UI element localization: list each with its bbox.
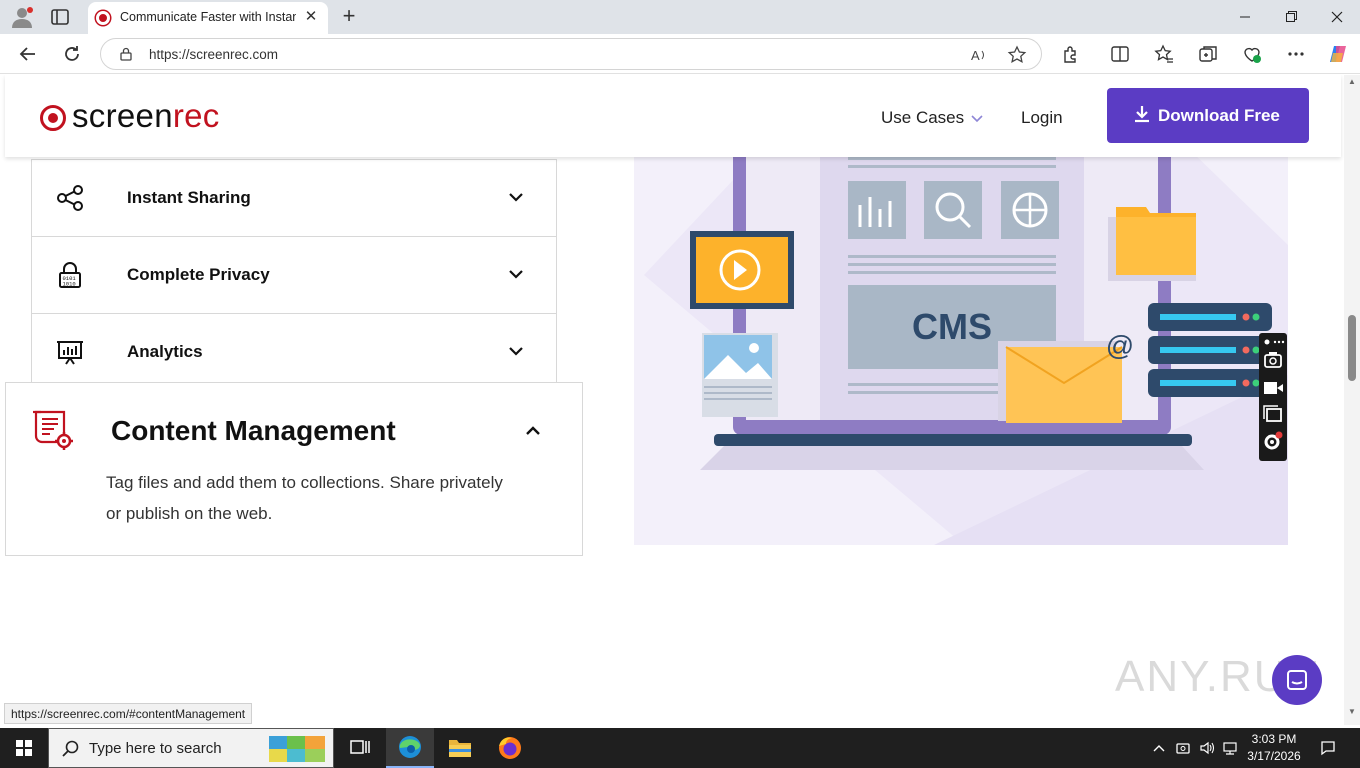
svg-text:A: A xyxy=(971,48,980,63)
taskbar-search-box[interactable]: Type here to search xyxy=(48,728,334,768)
svg-text:1010: 1010 xyxy=(63,281,76,288)
gallery-icon xyxy=(1263,405,1282,422)
windows-logo-icon xyxy=(16,740,32,756)
scroll-down-icon[interactable]: ▼ xyxy=(1347,707,1357,716)
chevron-down-icon xyxy=(508,344,524,356)
scrollbar-thumb[interactable] xyxy=(1348,315,1356,381)
chevron-up-icon[interactable] xyxy=(525,424,541,436)
recorder-toolbar xyxy=(1259,333,1287,461)
firefox-icon[interactable] xyxy=(486,728,534,768)
network-icon[interactable] xyxy=(1222,740,1238,756)
scroll-up-icon[interactable]: ▲ xyxy=(1347,77,1357,86)
accordion-item-instant-sharing[interactable]: Instant Sharing xyxy=(31,159,557,237)
chevron-down-icon xyxy=(970,108,984,128)
active-tab[interactable]: Communicate Faster with Instant ✕ xyxy=(88,2,328,34)
cms-illustration: CMS @ xyxy=(634,135,1288,545)
screenshot-camera-icon xyxy=(1264,352,1282,368)
web-page: screenrec Use Cases Login Download Free … xyxy=(0,75,1344,725)
copilot-icon[interactable] xyxy=(1328,44,1348,64)
expanded-accordion-description: Tag files and add them to collections. S… xyxy=(106,473,503,523)
back-icon[interactable] xyxy=(15,42,41,66)
expanded-accordion-title: Content Management xyxy=(111,415,396,446)
clock-time: 3:03 PM xyxy=(1251,732,1297,746)
chevron-down-icon xyxy=(508,190,524,202)
accordion-item-content-management[interactable]: Content Management Tag files and add the… xyxy=(5,382,583,556)
more-options-icon[interactable] xyxy=(1286,44,1306,64)
download-free-button[interactable]: Download Free xyxy=(1107,88,1309,143)
download-icon xyxy=(1133,105,1151,123)
collections-icon[interactable] xyxy=(1198,44,1218,64)
email-at-symbol: @ xyxy=(1106,330,1134,361)
read-aloud-icon[interactable]: A xyxy=(969,45,989,65)
start-button[interactable] xyxy=(0,728,48,768)
nav-use-cases[interactable]: Use Cases xyxy=(881,108,984,128)
screenrec-favicon-icon xyxy=(96,11,110,25)
close-window-icon[interactable] xyxy=(1314,0,1360,34)
accordion-label: Analytics xyxy=(127,342,203,361)
notifications-icon[interactable] xyxy=(1320,740,1336,756)
browser-tab-bar: Communicate Faster with Instant ✕ + xyxy=(0,0,1360,34)
address-bar: https://screenrec.com A xyxy=(0,34,1360,74)
url-field[interactable]: https://screenrec.com A xyxy=(100,38,1042,70)
clock-date: 3/17/2026 xyxy=(1247,749,1301,763)
close-tab-icon[interactable]: ✕ xyxy=(302,8,320,26)
page-scrollbar[interactable]: ▲ ▼ xyxy=(1344,75,1360,725)
nav-use-cases-label: Use Cases xyxy=(881,108,965,127)
share-icon xyxy=(56,184,84,212)
meet-now-icon[interactable] xyxy=(1175,740,1191,756)
url-text: https://screenrec.com xyxy=(149,47,279,62)
accordion-item-complete-privacy[interactable]: 0101 1010 Complete Privacy xyxy=(31,236,557,314)
extensions-icon[interactable] xyxy=(1061,44,1081,64)
site-header: screenrec Use Cases Login Download Free xyxy=(5,75,1341,157)
file-explorer-icon[interactable] xyxy=(436,728,484,768)
favorite-star-icon[interactable] xyxy=(1007,45,1027,65)
favorites-icon[interactable] xyxy=(1154,44,1174,64)
windows-taskbar: Type here to search 3:03 PM 3/17/2026 xyxy=(0,728,1360,768)
search-placeholder: Type here to search xyxy=(89,740,222,757)
logo-text: screenrec xyxy=(72,97,220,134)
record-dot-icon xyxy=(40,105,66,131)
recorder-menu-icon xyxy=(1264,339,1285,345)
accordion-item-analytics[interactable]: Analytics xyxy=(31,313,557,391)
puzzle-widget-icon[interactable] xyxy=(267,734,329,764)
lock-icon: 0101 1010 xyxy=(56,261,84,289)
tray-overflow-chevron-icon[interactable] xyxy=(1151,740,1167,756)
nav-login[interactable]: Login xyxy=(1021,108,1063,128)
chat-icon xyxy=(1287,670,1307,690)
minimize-icon[interactable] xyxy=(1222,0,1268,34)
restore-icon[interactable] xyxy=(1268,0,1314,34)
browser-essentials-icon[interactable] xyxy=(1242,44,1262,64)
split-screen-icon[interactable] xyxy=(1110,44,1130,64)
download-free-label: Download Free xyxy=(1158,106,1280,125)
chat-widget-button[interactable] xyxy=(1272,655,1322,705)
new-tab-button[interactable]: + xyxy=(338,5,360,27)
status-bar-link: https://screenrec.com/#contentManagement xyxy=(4,703,253,724)
lock-icon[interactable] xyxy=(119,47,133,61)
video-record-icon xyxy=(1264,382,1283,394)
tab-title: Communicate Faster with Instant xyxy=(120,10,296,24)
profile-icon[interactable] xyxy=(10,6,34,28)
task-view-icon[interactable] xyxy=(336,728,384,768)
settings-gear-icon xyxy=(1264,431,1283,450)
accordion-label: Complete Privacy xyxy=(127,265,270,284)
taskbar-clock[interactable]: 3:03 PM 3/17/2026 xyxy=(1244,731,1304,765)
tab-actions-icon[interactable] xyxy=(50,8,70,26)
refresh-icon[interactable] xyxy=(59,42,85,66)
chevron-down-icon xyxy=(508,267,524,279)
presentation-chart-icon xyxy=(56,338,84,366)
cms-label: CMS xyxy=(912,306,992,347)
edge-taskbar-icon[interactable] xyxy=(386,728,434,768)
document-gear-icon xyxy=(32,408,74,450)
search-icon xyxy=(61,739,81,759)
volume-icon[interactable] xyxy=(1199,740,1215,756)
accordion-label: Instant Sharing xyxy=(127,188,251,207)
